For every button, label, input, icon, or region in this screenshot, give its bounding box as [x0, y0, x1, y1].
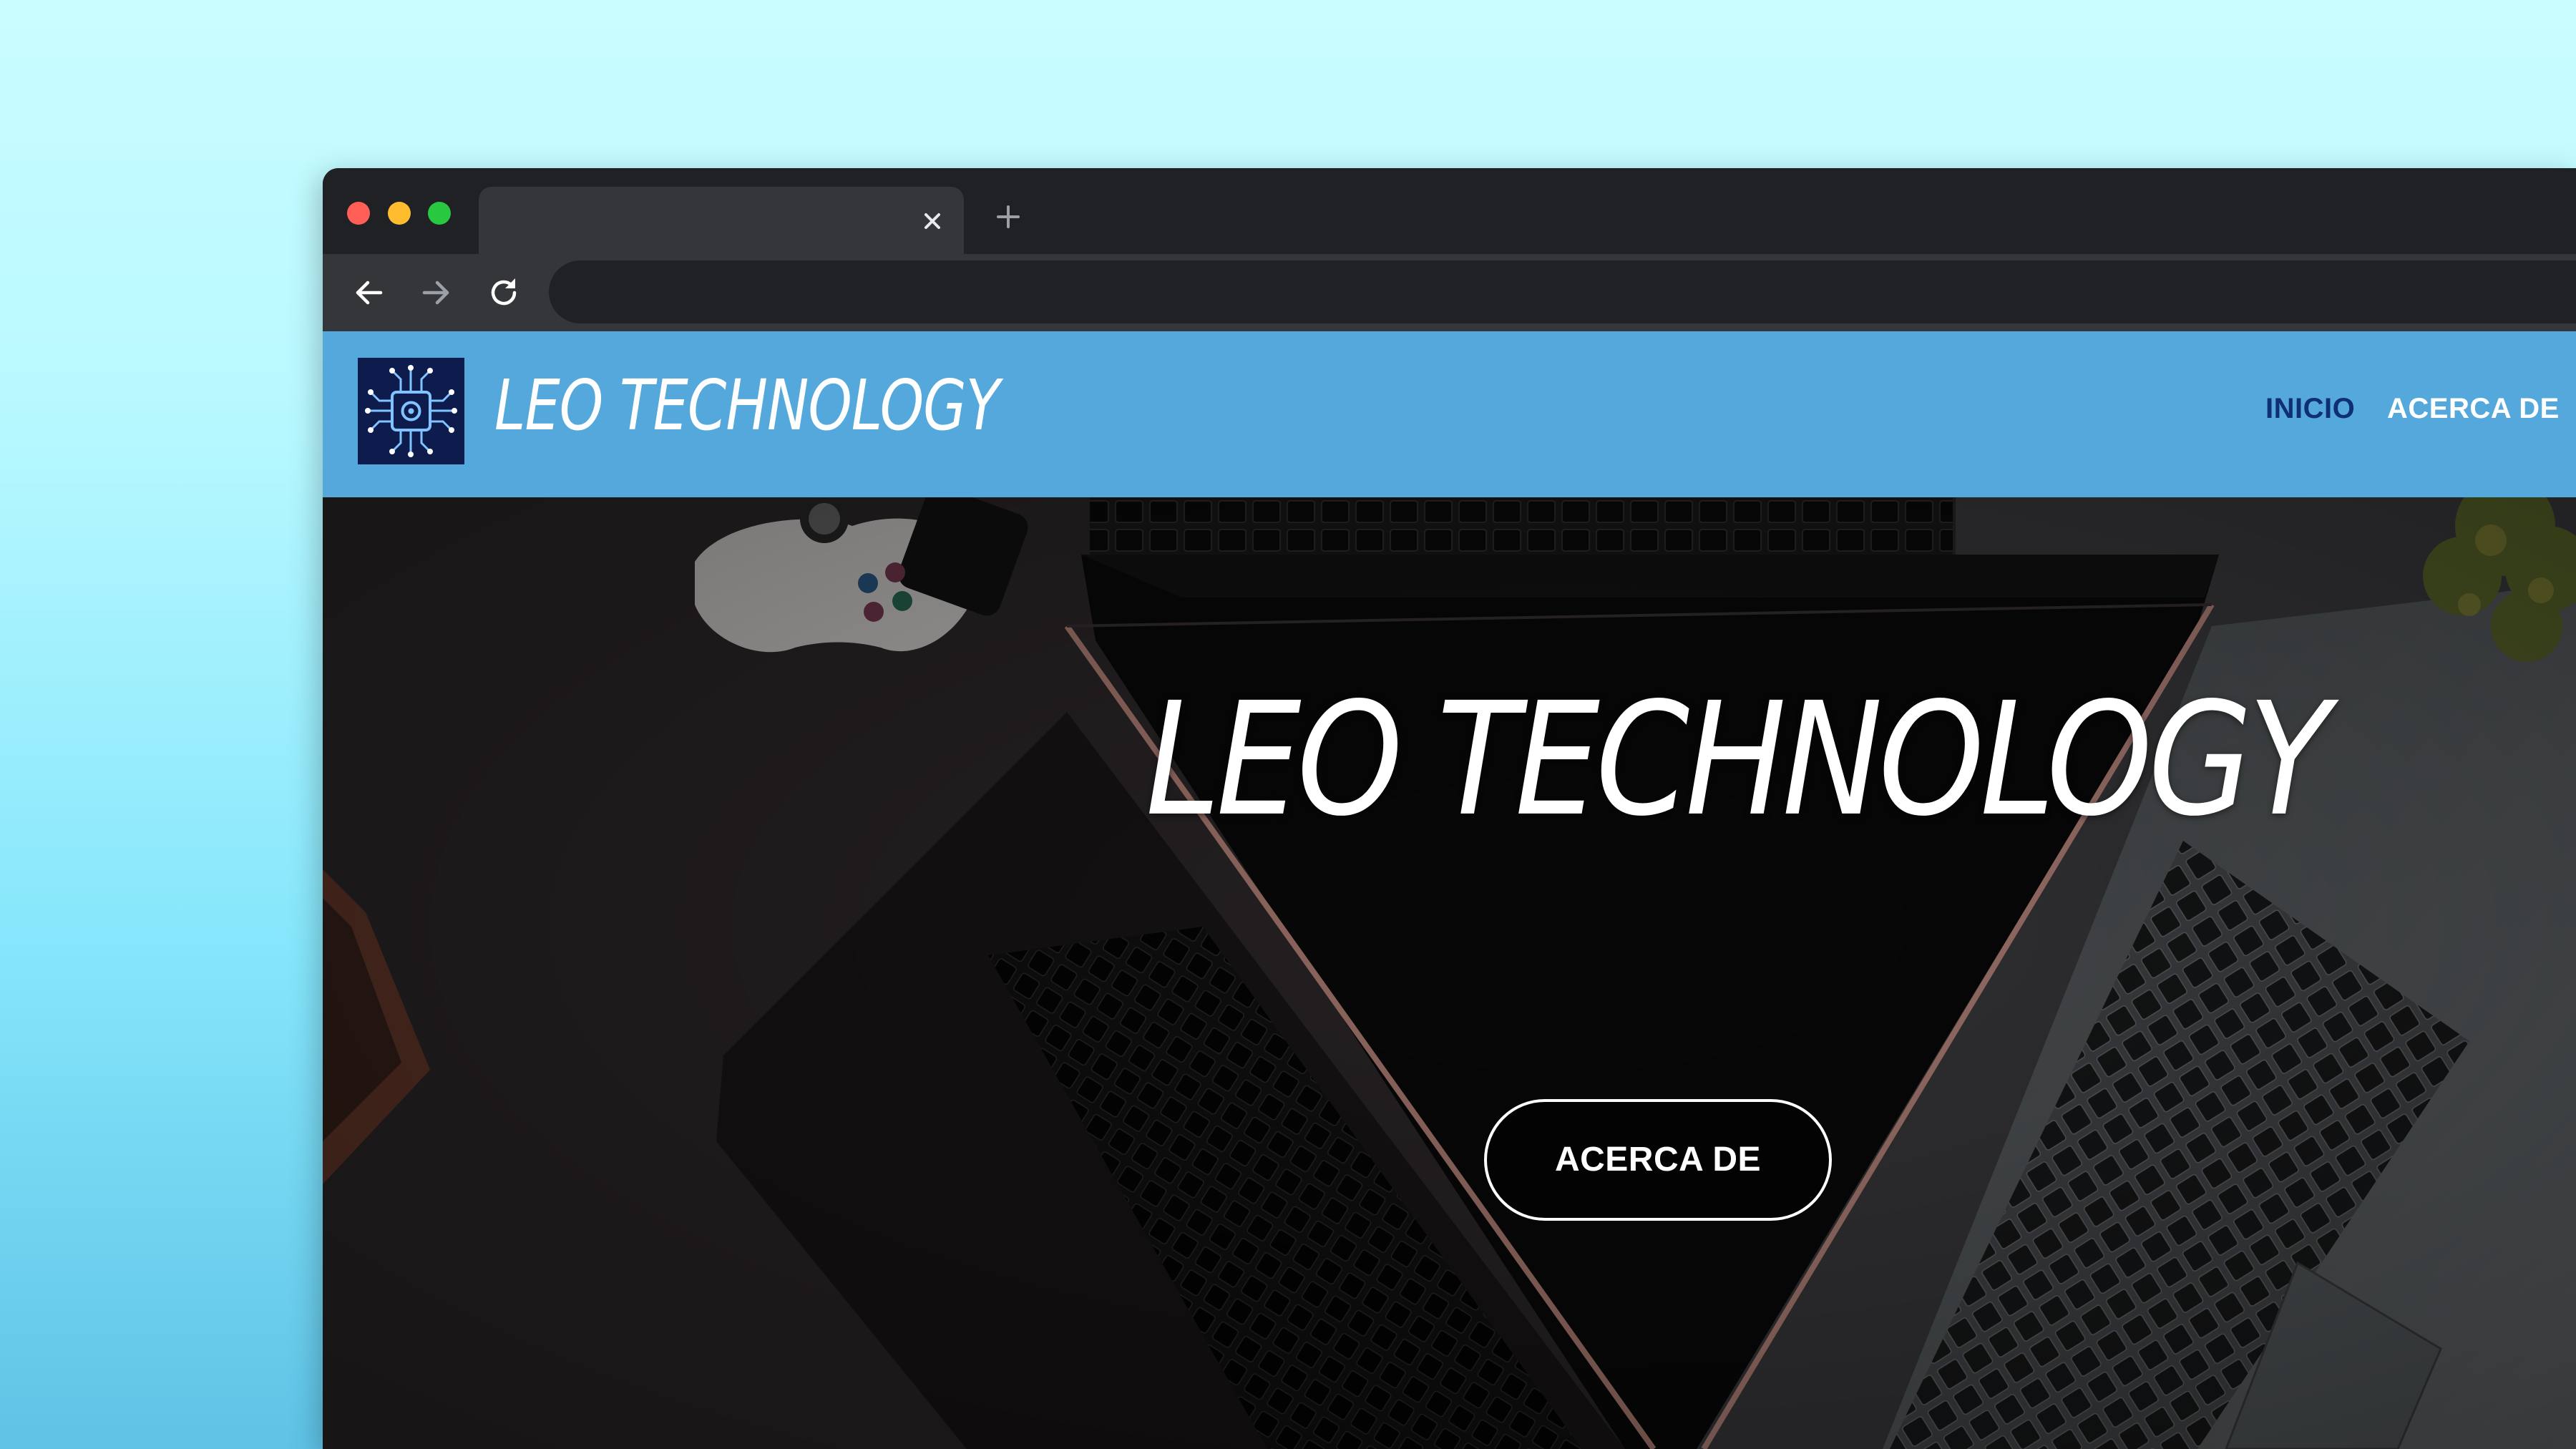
circuit-chip-icon[interactable] [358, 358, 464, 464]
hero-about-button[interactable]: ACERCA DE [1484, 1099, 1832, 1221]
browser-toolbar [323, 254, 2576, 331]
nav-link-acerca-de[interactable]: ACERCA DE [2387, 393, 2560, 425]
browser-window: LEO TECHNOLOGY INICIO ACERCA DE LEO TECH… [323, 168, 2576, 1449]
browser-tab[interactable] [479, 187, 964, 257]
hero-title: LEO TECHNOLOGY [1146, 669, 2331, 852]
site-brand[interactable]: LEO TECHNOLOGY [494, 366, 1000, 447]
arrow-right-icon[interactable] [416, 273, 456, 313]
tab-bar [323, 168, 2576, 257]
maximize-window-button[interactable] [428, 202, 451, 225]
plus-icon[interactable] [991, 200, 1025, 234]
hero-section: LEO TECHNOLOGY ACERCA DE [323, 497, 2576, 1449]
nav-link-inicio[interactable]: INICIO [2265, 393, 2355, 425]
hero-background-image [323, 497, 2576, 1449]
minimize-window-button[interactable] [388, 202, 411, 225]
site-navbar: LEO TECHNOLOGY INICIO ACERCA DE [323, 331, 2576, 497]
web-page: LEO TECHNOLOGY INICIO ACERCA DE LEO TECH… [323, 331, 2576, 1449]
address-bar[interactable] [549, 260, 2576, 323]
reload-icon[interactable] [484, 273, 524, 313]
close-icon[interactable] [915, 204, 950, 238]
close-window-button[interactable] [347, 202, 370, 225]
arrow-left-icon[interactable] [349, 273, 389, 313]
